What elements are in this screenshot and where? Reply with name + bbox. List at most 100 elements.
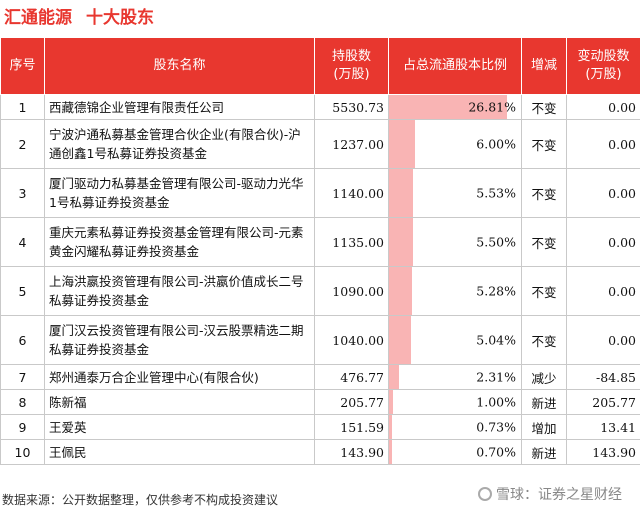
table-row: 4 重庆元素私募证券投资基金管理有限公司-元素黄金闪耀私募证券投资基金 1135.0… xyxy=(0,217,640,267)
cell-change-amount: 143.90 xyxy=(566,439,640,465)
ratio-bar xyxy=(389,440,393,464)
cell-ratio: 0.70% xyxy=(388,439,522,465)
col-header-change: 增减 xyxy=(521,37,567,95)
col-header-rank: 序号 xyxy=(0,37,45,95)
table-row: 3 厦门驱动力私募基金管理有限公司-驱动力光华1号私募证券投资基金 1140.00 5… xyxy=(0,168,640,218)
cell-change: 新进 xyxy=(521,389,567,415)
cell-holding: 205.77 xyxy=(314,389,389,415)
cell-change-amount: -84.85 xyxy=(566,364,640,390)
cell-shareholder-name: 厦门汉云投资管理有限公司-汉云股票精选二期私募证券投资基金 xyxy=(44,315,315,365)
ratio-label: 6.00% xyxy=(476,136,516,152)
cell-shareholder-name: 陈新福 xyxy=(44,389,315,415)
cell-ratio: 5.53% xyxy=(388,168,522,218)
cell-change: 不变 xyxy=(521,119,567,169)
ratio-label: 5.04% xyxy=(476,332,516,348)
ratio-label: 26.81% xyxy=(468,99,516,115)
table-row: 5 上海洪嬴投资管理有限公司-洪嬴价值成长二号私募证券投资基金 1090.00 5.2… xyxy=(0,266,640,316)
data-source-note: 数据来源：公开数据整理，仅供参考不构成投资建议 xyxy=(2,493,279,507)
table-row: 10 王佩民 143.90 0.70% 新进 143.90 xyxy=(0,439,640,465)
header: 汇通能源 十大股东 xyxy=(0,0,640,32)
cell-shareholder-name: 西藏德锦企业管理有限责任公司 xyxy=(44,94,315,120)
cell-change: 新进 xyxy=(521,439,567,465)
table-row: 7 郑州通泰万合企业管理中心(有限合伙) 476.77 2.31% 减少 -84.85 xyxy=(0,364,640,390)
cell-change-amount: 205.77 xyxy=(566,389,640,415)
ratio-bar xyxy=(389,390,394,414)
ratio-label: 1.00% xyxy=(476,394,516,410)
cell-ratio: 5.50% xyxy=(388,217,522,267)
cell-rank: 1 xyxy=(0,94,45,120)
ratio-bar xyxy=(389,316,412,364)
snowball-logo-icon xyxy=(478,487,492,501)
ratio-bar xyxy=(389,169,414,217)
table-header-row: 序号 股东名称 持股数 (万股) 占总流通股本比例 增减 变动股数 (万股) xyxy=(0,37,640,95)
cell-rank: 2 xyxy=(0,119,45,169)
cell-shareholder-name: 郑州通泰万合企业管理中心(有限合伙) xyxy=(44,364,315,390)
cell-shareholder-name: 上海洪嬴投资管理有限公司-洪嬴价值成长二号私募证券投资基金 xyxy=(44,266,315,316)
cell-ratio: 5.04% xyxy=(388,315,522,365)
cell-change: 不变 xyxy=(521,217,567,267)
shareholder-table: 序号 股东名称 持股数 (万股) 占总流通股本比例 增减 变动股数 (万股) 1 西藏… xyxy=(0,37,640,465)
ratio-bar xyxy=(389,218,414,266)
cell-holding: 1135.00 xyxy=(314,217,389,267)
table-row: 9 王爱英 151.59 0.73% 增加 13.41 xyxy=(0,414,640,440)
cell-holding: 151.59 xyxy=(314,414,389,440)
cell-holding: 1040.00 xyxy=(314,315,389,365)
cell-holding: 1237.00 xyxy=(314,119,389,169)
cell-change-amount: 0.00 xyxy=(566,94,640,120)
cell-change: 不变 xyxy=(521,94,567,120)
ratio-label: 5.50% xyxy=(476,234,516,250)
table-row: 6 厦门汉云投资管理有限公司-汉云股票精选二期私募证券投资基金 1040.00 5.0… xyxy=(0,315,640,365)
ratio-bar xyxy=(389,365,400,389)
cell-ratio: 1.00% xyxy=(388,389,522,415)
ratio-label: 5.53% xyxy=(476,185,516,201)
ratio-label: 0.73% xyxy=(476,419,516,435)
cell-holding: 5530.73 xyxy=(314,94,389,120)
cell-rank: 8 xyxy=(0,389,45,415)
company-name: 汇通能源 xyxy=(4,8,72,28)
table-body: 1 西藏德锦企业管理有限责任公司 5530.73 26.81% 不变 0.00 2 宁波沪通私… xyxy=(0,94,640,465)
cell-shareholder-name: 宁波沪通私募基金管理合伙企业(有限合伙)-沪通创鑫1号私募证券投资基金 xyxy=(44,119,315,169)
ratio-bar xyxy=(389,415,393,439)
cell-rank: 9 xyxy=(0,414,45,440)
cell-rank: 7 xyxy=(0,364,45,390)
col-header-ratio: 占总流通股本比例 xyxy=(388,37,522,95)
cell-change: 不变 xyxy=(521,315,567,365)
cell-rank: 4 xyxy=(0,217,45,267)
col-header-name: 股东名称 xyxy=(44,37,315,95)
cell-holding: 143.90 xyxy=(314,439,389,465)
cell-shareholder-name: 王佩民 xyxy=(44,439,315,465)
cell-change-amount: 0.00 xyxy=(566,168,640,218)
ratio-label: 0.70% xyxy=(476,444,516,460)
col-header-change-amount: 变动股数 (万股) xyxy=(566,37,640,95)
cell-shareholder-name: 王爱英 xyxy=(44,414,315,440)
cell-change: 不变 xyxy=(521,168,567,218)
watermark-text: 雪球：证券之星财经 xyxy=(496,487,622,503)
table-row: 8 陈新福 205.77 1.00% 新进 205.77 xyxy=(0,389,640,415)
col-header-change-amount-text: 变动股数 (万股) xyxy=(577,49,630,82)
cell-rank: 3 xyxy=(0,168,45,218)
ratio-label: 5.28% xyxy=(476,283,516,299)
cell-change: 不变 xyxy=(521,266,567,316)
col-header-holding-text: 持股数 (万股) xyxy=(331,49,371,82)
cell-change-amount: 0.00 xyxy=(566,119,640,169)
cell-change: 减少 xyxy=(521,364,567,390)
cell-shareholder-name: 重庆元素私募证券投资基金管理有限公司-元素黄金闪耀私募证券投资基金 xyxy=(44,217,315,267)
watermark: 雪球：证券之星财经 xyxy=(478,484,622,504)
cell-rank: 6 xyxy=(0,315,45,365)
cell-change-amount: 0.00 xyxy=(566,266,640,316)
cell-shareholder-name: 厦门驱动力私募基金管理有限公司-驱动力光华1号私募证券投资基金 xyxy=(44,168,315,218)
cell-holding: 476.77 xyxy=(314,364,389,390)
ratio-label: 2.31% xyxy=(476,369,516,385)
cell-ratio: 5.28% xyxy=(388,266,522,316)
cell-holding: 1090.00 xyxy=(314,266,389,316)
cell-change: 增加 xyxy=(521,414,567,440)
cell-ratio: 2.31% xyxy=(388,364,522,390)
title-subtitle: 十大股东 xyxy=(86,8,154,28)
cell-change-amount: 13.41 xyxy=(566,414,640,440)
ratio-bar xyxy=(389,267,413,315)
cell-ratio: 6.00% xyxy=(388,119,522,169)
table-row: 2 宁波沪通私募基金管理合伙企业(有限合伙)-沪通创鑫1号私募证券投资基金 1237… xyxy=(0,119,640,169)
cell-rank: 5 xyxy=(0,266,45,316)
col-header-holding: 持股数 (万股) xyxy=(314,37,389,95)
cell-change-amount: 0.00 xyxy=(566,315,640,365)
